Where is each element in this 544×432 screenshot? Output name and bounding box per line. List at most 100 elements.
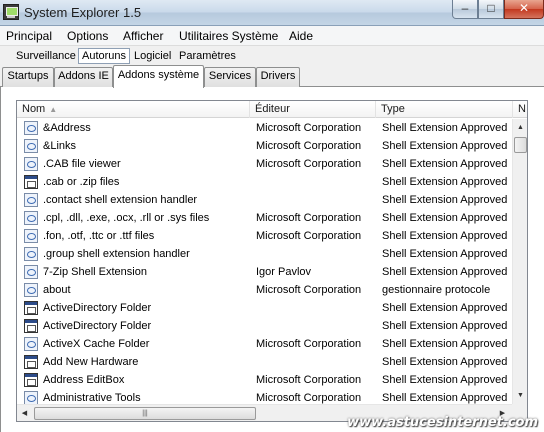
- subtab-autoruns[interactable]: Autoruns: [78, 48, 131, 64]
- item-name: .fon, .otf, .ttc or .ttf files: [43, 230, 155, 242]
- item-editor: Microsoft Corporation: [256, 158, 362, 170]
- item-type: Shell Extension Approved: [382, 140, 508, 152]
- item-editor: Microsoft Corporation: [256, 230, 362, 242]
- shell-extension-icon: [24, 193, 38, 207]
- item-type: Shell Extension Approved: [382, 248, 508, 260]
- list-item[interactable]: ActiveX Cache Folder Microsoft Corporatio…: [17, 335, 512, 353]
- item-name: Address EditBox: [43, 374, 125, 386]
- item-type: Shell Extension Approved: [382, 158, 508, 170]
- item-editor: [256, 173, 376, 191]
- tab-startups[interactable]: Startups: [2, 67, 54, 87]
- item-type: Shell Extension Approved: [382, 374, 508, 386]
- tab-bar: Startups Addons IE Addons système Servic…: [0, 65, 544, 88]
- list-rows: &Address Microsoft Corporation Shell Exten…: [17, 119, 512, 407]
- scroll-down-icon[interactable]: ▼: [513, 388, 527, 403]
- item-name: &Address: [43, 122, 91, 134]
- item-type: Shell Extension Approved: [382, 176, 508, 188]
- horizontal-scroll-thumb[interactable]: |||: [34, 407, 256, 420]
- item-name: about: [43, 284, 71, 296]
- item-editor: [256, 191, 376, 209]
- watermark: www.astucesinternet.com: [347, 415, 538, 430]
- item-editor: Microsoft Corporation: [256, 338, 362, 350]
- application-icon: [24, 175, 38, 189]
- item-name: .cab or .zip files: [43, 176, 120, 188]
- vertical-scrollbar[interactable]: ▲ ▼: [512, 119, 527, 404]
- application-icon: [24, 355, 38, 369]
- scroll-up-icon[interactable]: ▲: [513, 120, 527, 135]
- list-item[interactable]: ActiveDirectory Folder Shell Extension Ap…: [17, 299, 512, 317]
- item-editor: Microsoft Corporation: [256, 212, 362, 224]
- subtab-logiciel[interactable]: Logiciel: [130, 48, 175, 64]
- shell-extension-icon: [24, 247, 38, 261]
- vertical-scroll-thumb[interactable]: [514, 137, 527, 153]
- shell-extension-icon: [24, 229, 38, 243]
- tab-drivers[interactable]: Drivers: [256, 67, 300, 87]
- list-item[interactable]: Add New Hardware Shell Extension Approved: [17, 353, 512, 371]
- item-name: ActiveDirectory Folder: [43, 302, 152, 314]
- column-header-editor[interactable]: Éditeur: [250, 101, 376, 118]
- list-item[interactable]: .contact shell extension handler Shell Ex…: [17, 191, 512, 209]
- shell-extension-icon: [24, 283, 38, 297]
- menu-options[interactable]: Options: [67, 29, 108, 43]
- column-header-overflow[interactable]: N: [513, 101, 527, 118]
- item-type: Shell Extension Approved: [382, 212, 508, 224]
- menu-principal[interactable]: Principal: [6, 29, 52, 43]
- list-item[interactable]: .group shell extension handler Shell Exte…: [17, 245, 512, 263]
- subtab-surveillance[interactable]: Surveillance: [12, 48, 80, 64]
- item-type: Shell Extension Approved: [382, 356, 508, 368]
- item-editor: [256, 353, 376, 371]
- addons-list[interactable]: Nom ▲ Éditeur Type N &Address Microsoft Co…: [16, 100, 528, 422]
- app-icon[interactable]: [3, 4, 19, 20]
- item-type: Shell Extension Approved: [382, 266, 508, 278]
- column-name-label: Nom: [22, 103, 46, 115]
- sub-tab-bar: Surveillance Autoruns Logiciel Paramètre…: [0, 46, 544, 65]
- list-item[interactable]: Address EditBox Microsoft Corporation Shel…: [17, 371, 512, 389]
- item-type: Shell Extension Approved: [382, 338, 508, 350]
- shell-extension-icon: [24, 265, 38, 279]
- item-editor: [256, 317, 376, 335]
- list-item[interactable]: .CAB file viewer Microsoft Corporation She…: [17, 155, 512, 173]
- item-editor: Microsoft Corporation: [256, 140, 362, 152]
- menu-bar: Principal Options Afficher Utilitaires S…: [0, 26, 544, 46]
- window-title: System Explorer 1.5: [24, 5, 142, 20]
- list-item[interactable]: &Links Microsoft Corporation Shell Extensi…: [17, 137, 512, 155]
- item-editor: Microsoft Corporation: [256, 374, 362, 386]
- menu-afficher[interactable]: Afficher: [123, 29, 163, 43]
- item-editor: Microsoft Corporation: [256, 122, 362, 134]
- close-button[interactable]: ✕: [504, 0, 544, 19]
- scroll-left-icon[interactable]: ◀: [17, 406, 32, 421]
- item-type: Shell Extension Approved: [382, 320, 508, 332]
- menu-aide[interactable]: Aide: [289, 29, 313, 43]
- item-type: Shell Extension Approved: [382, 194, 508, 206]
- item-name: 7-Zip Shell Extension: [43, 266, 147, 278]
- maximize-button[interactable]: □: [478, 0, 504, 19]
- item-name: .cpl, .dll, .exe, .ocx, .rll or .sys fil…: [43, 212, 210, 224]
- shell-extension-icon: [24, 211, 38, 225]
- menu-utilitaires[interactable]: Utilitaires Système: [179, 29, 278, 43]
- tab-addons-systeme[interactable]: Addons système: [113, 65, 204, 88]
- list-item[interactable]: .cab or .zip files Shell Extension Approv…: [17, 173, 512, 191]
- sort-ascending-icon: ▲: [49, 105, 58, 114]
- list-item[interactable]: &Address Microsoft Corporation Shell Exten…: [17, 119, 512, 137]
- column-header-name[interactable]: Nom ▲: [17, 101, 250, 118]
- tab-services[interactable]: Services: [204, 67, 256, 87]
- list-item[interactable]: about Microsoft Corporation gestionnaire p…: [17, 281, 512, 299]
- shell-extension-icon: [24, 121, 38, 135]
- tab-addons-ie[interactable]: Addons IE: [54, 67, 113, 87]
- subtab-parametres[interactable]: Paramètres: [175, 48, 240, 64]
- application-icon: [24, 301, 38, 315]
- item-name: .group shell extension handler: [43, 248, 190, 260]
- list-item[interactable]: .fon, .otf, .ttc or .ttf files Microsoft …: [17, 227, 512, 245]
- item-editor: Igor Pavlov: [256, 266, 312, 278]
- column-header-type[interactable]: Type: [376, 101, 513, 118]
- list-item[interactable]: ActiveDirectory Folder Shell Extension Ap…: [17, 317, 512, 335]
- item-editor: [256, 299, 376, 317]
- list-item[interactable]: .cpl, .dll, .exe, .ocx, .rll or .sys fil…: [17, 209, 512, 227]
- item-editor: [256, 245, 376, 263]
- item-editor: Microsoft Corporation: [256, 284, 362, 296]
- item-name: .contact shell extension handler: [43, 194, 198, 206]
- item-type: gestionnaire protocole: [382, 284, 491, 296]
- minimize-button[interactable]: –: [452, 0, 478, 19]
- application-icon: [24, 373, 38, 387]
- list-item[interactable]: 7-Zip Shell Extension Igor Pavlov Shell Ex…: [17, 263, 512, 281]
